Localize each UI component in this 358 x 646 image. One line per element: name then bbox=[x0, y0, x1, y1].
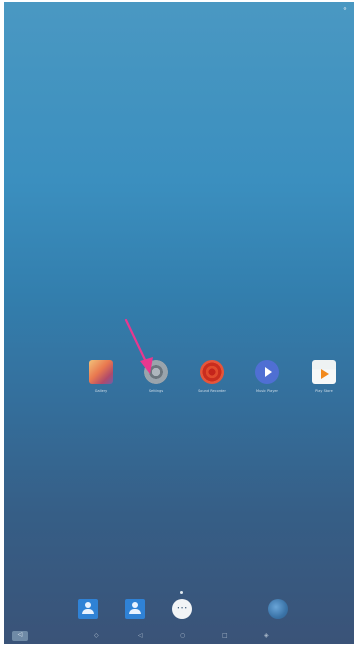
browser-globe-icon[interactable] bbox=[268, 599, 288, 619]
dock bbox=[4, 599, 354, 627]
music-player-icon bbox=[255, 360, 279, 384]
gallery-icon bbox=[89, 360, 113, 384]
play-store-icon bbox=[312, 360, 336, 384]
app-label: Music Player bbox=[256, 389, 278, 393]
app-label: Gallery bbox=[94, 389, 108, 393]
nav-button[interactable]: ◇ bbox=[94, 632, 99, 640]
nav-button[interactable]: ◈ bbox=[264, 632, 269, 640]
nav-back-icon[interactable]: ◁ bbox=[138, 632, 143, 640]
settings-icon bbox=[144, 360, 168, 384]
app-label: Settings bbox=[148, 389, 164, 393]
app-play-store[interactable]: Play Store bbox=[299, 360, 349, 393]
nav-back-button[interactable]: ◁ bbox=[12, 631, 28, 641]
nav-home-icon[interactable]: ○ bbox=[180, 632, 185, 640]
nav-recents-icon[interactable]: □ bbox=[222, 632, 228, 640]
app-sound-recorder[interactable]: Sound Recorder bbox=[187, 360, 237, 393]
navigation-bar: ◁ ◇ ◁ ○ □ ◈ bbox=[4, 629, 354, 644]
app-gallery[interactable]: Gallery bbox=[76, 360, 126, 393]
all-apps-icon[interactable] bbox=[172, 599, 192, 619]
contacts-icon[interactable] bbox=[125, 599, 145, 619]
app-music-player[interactable]: Music Player bbox=[242, 360, 292, 393]
sound-recorder-icon bbox=[200, 360, 224, 384]
app-row: Gallery Settings Sound Recorder Music Pl… bbox=[4, 360, 354, 404]
contacts-icon[interactable] bbox=[78, 599, 98, 619]
app-label: Sound Recorder bbox=[198, 389, 226, 393]
annotation-arrow bbox=[124, 318, 153, 374]
home-screen: ⚬ Gallery Settings Sound Recorder Music … bbox=[4, 2, 354, 644]
app-settings[interactable]: Settings bbox=[131, 360, 181, 393]
page-indicator bbox=[180, 591, 183, 594]
app-label: Play Store bbox=[315, 389, 333, 393]
status-corner-icon: ⚬ bbox=[342, 5, 348, 13]
